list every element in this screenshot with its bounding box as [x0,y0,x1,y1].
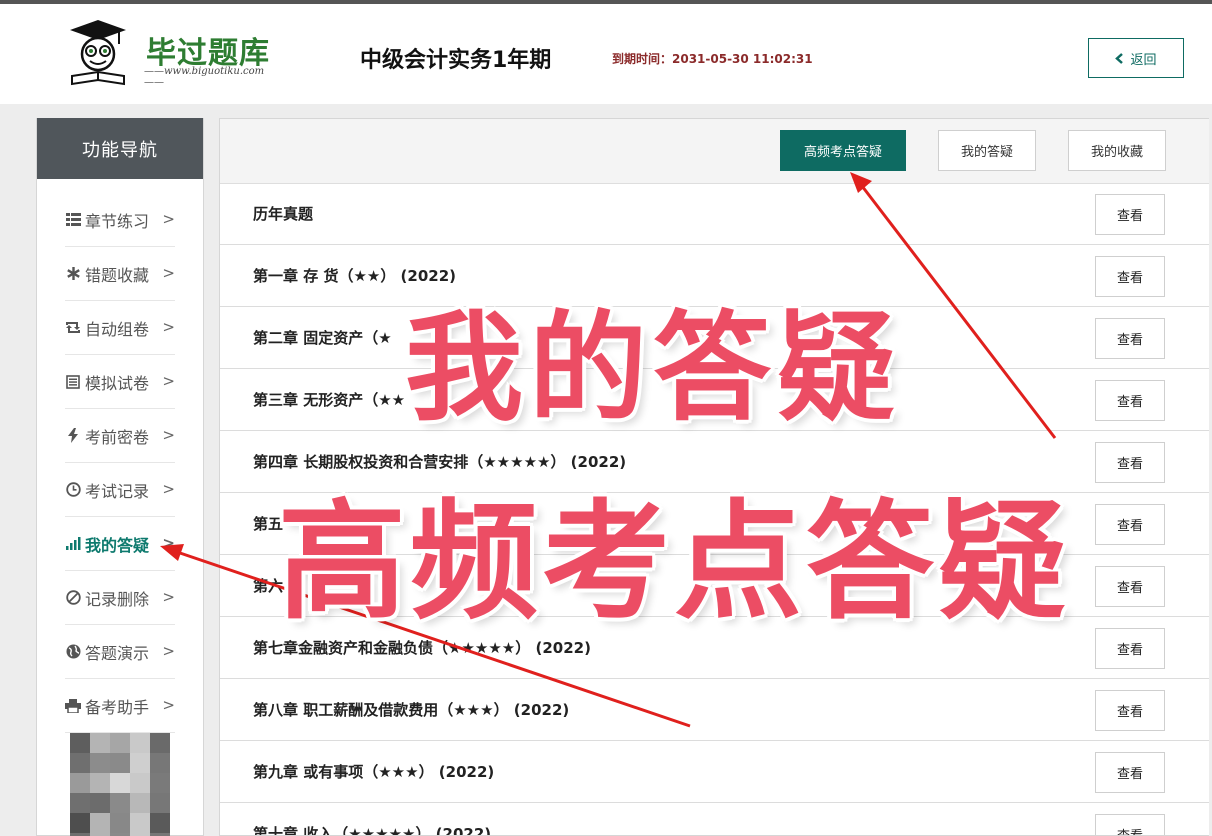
view-button[interactable]: 查看 [1095,380,1165,421]
chapter-title: 第七章金融资产和金融负债（★★★★★） (2022) [253,639,591,657]
qr-code-image [70,733,170,836]
list-item: 第一章 存 货（★★） (2022) 查看 [220,245,1209,307]
retweet-icon [65,320,81,336]
list-item: 第二章 固定资产（★ 查看 [220,307,1209,369]
view-button[interactable]: 查看 [1095,690,1165,731]
course-title: 中级会计实务1年期 [360,48,552,73]
sidebar-item-chapter-practice[interactable]: 章节练习 > [65,193,175,247]
sidebar-item-delete-records[interactable]: 记录删除 > [65,571,175,625]
view-button[interactable]: 查看 [1095,318,1165,359]
sidebar-item-label: 错题收藏 [85,265,150,285]
ban-icon [65,590,81,606]
chapter-title: 第五 [253,515,284,533]
chevron-right-icon: > [162,696,175,714]
chapter-title: 第三章 无形资产（★★ [253,391,406,409]
view-button[interactable]: 查看 [1095,504,1165,545]
list-item: 第六 查看 [220,555,1209,617]
sidebar-item-label: 答题演示 [85,643,150,663]
list-item: 第三章 无形资产（★★ 查看 [220,369,1209,431]
tab-my-favorites[interactable]: 我的收藏 [1068,130,1166,171]
bolt-icon [65,428,81,444]
sidebar-item-label: 记录删除 [85,589,150,609]
list-item: 第四章 长期股权投资和合营安排（★★★★★） (2022) 查看 [220,431,1209,493]
sidebar: 功能导航 章节练习 > 错题收藏 > 自动组卷 > 模拟试卷 > 考前密卷 > … [36,118,204,836]
back-label: 返回 [1130,52,1157,68]
view-button[interactable]: 查看 [1095,814,1165,835]
chevron-right-icon: > [162,372,175,390]
asterisk-icon [65,266,81,282]
sidebar-item-auto-paper[interactable]: 自动组卷 > [65,301,175,355]
list-item: 第十章 收入（★★★★★） (2022) 查看 [220,803,1209,836]
chevron-right-icon: > [162,426,175,444]
chevron-right-icon: > [162,534,175,552]
sidebar-item-mock-exam[interactable]: 模拟试卷 > [65,355,175,409]
sidebar-item-label: 章节练习 [85,211,150,231]
chapter-title: 第一章 存 货（★★） (2022) [253,267,457,285]
list-item: 第八章 职工薪酬及借款费用（★★★） (2022) 查看 [220,679,1209,741]
chapter-title: 第九章 或有事项（★★★） (2022) [253,763,495,781]
chevron-right-icon: > [162,480,175,498]
header: 毕过题库 ——www.biguotiku.com—— 中级会计实务1年期 到期时… [0,4,1212,104]
sidebar-item-exam-assistant[interactable]: 备考助手 > [65,679,175,733]
globe-icon [65,644,81,660]
logo[interactable]: 毕过题库 ——www.biguotiku.com—— [58,18,273,90]
sidebar-item-exam-records[interactable]: 考试记录 > [65,463,175,517]
list-icon [65,212,81,228]
sidebar-item-label: 自动组卷 [85,319,150,339]
toolbar: 高频考点答疑 我的答疑 我的收藏 [220,119,1209,184]
view-button[interactable]: 查看 [1095,566,1165,607]
sidebar-item-label: 模拟试卷 [85,373,150,393]
clock-icon [65,482,81,498]
chevron-right-icon: > [162,264,175,282]
view-button[interactable]: 查看 [1095,752,1165,793]
list-item: 第五 查看 [220,493,1209,555]
chapter-title: 第六 [253,577,284,595]
bar-chart-icon [65,536,81,552]
expire-time: 到期时间：2031-05-30 11:02:31 [612,52,813,66]
sidebar-item-secret-paper[interactable]: 考前密卷 > [65,409,175,463]
printer-icon [65,698,81,714]
sidebar-item-label: 考试记录 [85,481,150,501]
view-button[interactable]: 查看 [1095,628,1165,669]
sidebar-item-wrong-collection[interactable]: 错题收藏 > [65,247,175,301]
chapter-title: 第十章 收入（★★★★★） (2022) [253,825,492,836]
view-button[interactable]: 查看 [1095,194,1165,235]
chapter-title: 第四章 长期股权投资和合营安排（★★★★★） (2022) [253,453,627,471]
sidebar-item-label: 备考助手 [85,697,150,717]
chevron-right-icon: > [162,642,175,660]
chevron-right-icon: > [162,588,175,606]
sidebar-title: 功能导航 [37,118,203,179]
main-panel: 高频考点答疑 我的答疑 我的收藏 历年真题 查看 第一章 存 货（★★） (20… [219,118,1209,836]
tab-high-frequency-qa[interactable]: 高频考点答疑 [780,130,906,171]
chapter-list: 历年真题 查看 第一章 存 货（★★） (2022) 查看 第二章 固定资产（★… [220,183,1209,836]
chapter-title: 历年真题 [253,205,314,223]
document-list-icon [65,374,81,390]
view-button[interactable]: 查看 [1095,256,1165,297]
chevron-right-icon: > [162,318,175,336]
sidebar-item-label: 考前密卷 [85,427,150,447]
view-button[interactable]: 查看 [1095,442,1165,483]
list-item: 第七章金融资产和金融负债（★★★★★） (2022) 查看 [220,617,1209,679]
sidebar-item-label: 我的答疑 [85,535,150,555]
sidebar-item-my-qa[interactable]: 我的答疑 > [65,517,175,571]
logo-url: ——www.biguotiku.com—— [144,66,265,88]
chevron-left-icon [1115,52,1124,64]
tab-my-qa[interactable]: 我的答疑 [938,130,1036,171]
list-item: 历年真题 查看 [220,183,1209,245]
sidebar-item-answer-demo[interactable]: 答题演示 > [65,625,175,679]
chapter-title: 第八章 职工薪酬及借款费用（★★★） (2022) [253,701,570,719]
sidebar-nav: 章节练习 > 错题收藏 > 自动组卷 > 模拟试卷 > 考前密卷 > 考试记录 … [37,179,203,733]
chevron-right-icon: > [162,210,175,228]
back-button[interactable]: 返回 [1088,38,1184,78]
chapter-title: 第二章 固定资产（★ [253,329,392,347]
list-item: 第九章 或有事项（★★★） (2022) 查看 [220,741,1209,803]
graduate-mascot-icon [70,20,126,86]
